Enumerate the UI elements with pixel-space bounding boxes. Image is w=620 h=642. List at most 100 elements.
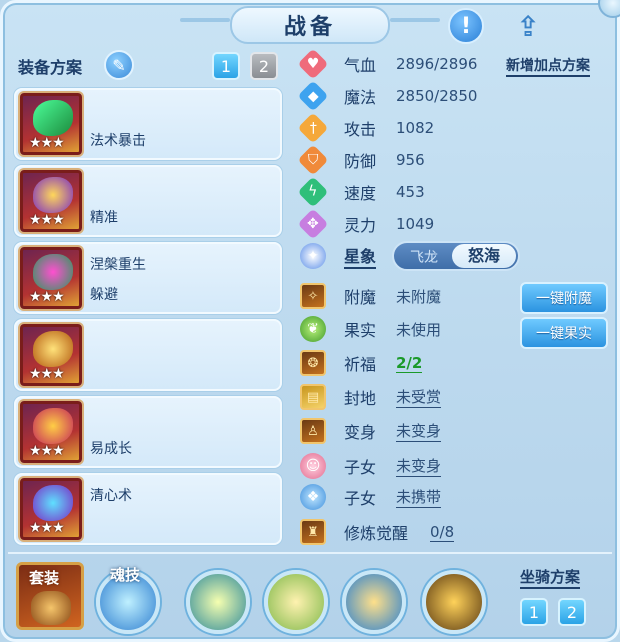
stat-value: 2850/2850 (396, 87, 478, 105)
belt-item-icon: ★★★ (20, 401, 82, 463)
fruit-icon: ❦ (300, 316, 326, 342)
stat-value: 1049 (396, 215, 435, 233)
star-rating: ★★★ (29, 289, 65, 305)
necklace-art (33, 331, 73, 367)
slot-effect: 易成长 (90, 441, 132, 457)
skill-slot-1[interactable] (186, 570, 250, 634)
staff-item-icon: ★★★ (20, 93, 82, 155)
slot-effect: 法术暴击 (90, 133, 146, 149)
stat-row-hp: ♥ 气血 2896/2896 (297, 48, 478, 80)
stat-row-attack: † 攻击 1082 (297, 112, 435, 144)
belt-art (33, 408, 73, 444)
attribute-value[interactable]: 未携带 (396, 486, 442, 508)
equipment-slot-2[interactable]: ★★★ 精准 (14, 165, 282, 237)
constellation-toggle[interactable]: 飞龙 怒海 (392, 241, 521, 271)
equipment-slot-5[interactable]: ★★★ 易成长 (14, 396, 282, 468)
attribute-row-pet: ❖ 子女 未携带 (300, 482, 442, 512)
staff-art (33, 100, 73, 136)
page-title: 战备 (230, 6, 390, 44)
equipment-slot-4[interactable]: ★★★ (14, 319, 282, 391)
paw-icon: ❖ (300, 484, 326, 510)
enchant-icon: ✧ (300, 283, 326, 309)
equipment-header: 装备方案 ✎ 1 2 (18, 50, 282, 82)
stat-label: 防御 (344, 152, 377, 171)
attribute-value[interactable]: 未受赏 (396, 386, 442, 408)
info-button[interactable]: ! (448, 8, 484, 44)
stat-label: 灵力 (344, 216, 377, 235)
attribute-value[interactable]: 0/8 (430, 523, 455, 542)
shield-icon: ⛉ (297, 144, 329, 176)
attribute-label: 子女 (344, 458, 377, 477)
blessing-icon: ❂ (300, 350, 326, 376)
suit-button[interactable]: 套装 (16, 562, 84, 630)
amulet-art (33, 254, 73, 290)
share-button[interactable]: ⇪ (508, 8, 548, 44)
stat-label: 攻击 (344, 120, 377, 139)
attribute-row-cultivation: ♜ 修炼觉醒 0/8 (300, 517, 455, 547)
edit-plan-button[interactable]: ✎ (104, 50, 134, 80)
stat-label: 速度 (344, 184, 377, 203)
attribute-value[interactable]: 2/2 (396, 354, 423, 373)
constellation-icon: ✦ (300, 243, 326, 269)
attribute-value[interactable]: 未变身 (396, 420, 442, 442)
share-icon: ⇪ (516, 9, 540, 43)
attribute-value: 未使用 (396, 320, 442, 339)
suit-label: 套装 (29, 569, 60, 587)
constellation-row: ✦ 星象 飞龙 怒海 (300, 240, 521, 272)
attribute-label: 封地 (344, 389, 377, 408)
stat-value: 1082 (396, 119, 435, 137)
attribute-label: 祈福 (344, 355, 377, 374)
constellation-option-angry-sea[interactable]: 怒海 (452, 244, 517, 268)
attribute-row-blessing: ❂ 祈福 2/2 (300, 348, 423, 378)
attribute-value[interactable]: 未变身 (396, 455, 442, 477)
stat-row-spirit: ✥ 灵力 1049 (297, 208, 435, 240)
stat-row-speed: ϟ 速度 453 (297, 176, 425, 208)
one-click-enchant-button[interactable]: 一键附魔 (520, 282, 608, 314)
necklace-item-icon: ★★★ (20, 324, 82, 386)
stat-row-mp: ◆ 魔法 2850/2850 (297, 80, 478, 112)
title-ornament-right (390, 18, 440, 22)
soul-skill-label: 魂技 (110, 566, 141, 584)
equipment-slot-6[interactable]: ★★★ 清心术 (14, 473, 282, 545)
attribute-label: 变身 (344, 423, 377, 442)
star-rating: ★★★ (29, 443, 65, 459)
new-point-plan-link[interactable]: 新增加点方案 (506, 55, 590, 77)
helmet-art (33, 177, 73, 213)
star-rating: ★★★ (29, 520, 65, 536)
slot-effect: 精准 (90, 210, 118, 226)
attribute-row-fief: ▤ 封地 未受赏 (300, 382, 442, 412)
mount-plan-tab-1[interactable]: 1 (520, 598, 548, 626)
equipment-plan-tab-1[interactable]: 1 (212, 52, 240, 80)
child-icon: ☺ (300, 453, 326, 479)
sword-icon: † (297, 112, 329, 144)
skill-slot-2[interactable] (264, 570, 328, 634)
cultivation-icon: ♜ (300, 519, 326, 545)
treasure-chest-icon (31, 591, 71, 625)
slot-effect-secondary: 躲避 (90, 287, 118, 303)
equipment-plan-tab-2[interactable]: 2 (250, 52, 278, 80)
mount-plan-tab-2[interactable]: 2 (558, 598, 586, 626)
attribute-row-enchant: ✧ 附魔 未附魔 (300, 281, 441, 311)
slot-effect: 清心术 (90, 488, 132, 504)
constellation-option-flying-dragon[interactable]: 飞龙 (410, 247, 438, 267)
equipment-slot-3[interactable]: ★★★ 涅槃重生 躲避 (14, 242, 282, 314)
mana-icon: ◆ (297, 80, 329, 112)
constellation-label[interactable]: 星象 (344, 243, 377, 269)
heart-icon: ♥ (297, 48, 329, 80)
one-click-fruit-button[interactable]: 一键果实 (520, 317, 608, 349)
exclamation-icon: ! (460, 13, 472, 39)
skill-slot-4[interactable] (422, 570, 486, 634)
skill-slot-3[interactable] (342, 570, 406, 634)
bottom-divider (8, 552, 612, 554)
star-rating: ★★★ (29, 212, 65, 228)
attribute-label: 附魔 (344, 288, 377, 307)
attribute-row-fruit: ❦ 果实 未使用 (300, 314, 441, 344)
star-rating: ★★★ (29, 366, 65, 382)
amulet-item-icon: ★★★ (20, 247, 82, 309)
attribute-label: 果实 (344, 321, 377, 340)
star-rating: ★★★ (29, 135, 65, 151)
equipment-slot-1[interactable]: ★★★ 法术暴击 (14, 88, 282, 160)
stat-value: 2896/2896 (396, 55, 478, 73)
slot-effect: 涅槃重生 (90, 257, 146, 273)
stat-row-defense: ⛉ 防御 956 (297, 144, 425, 176)
